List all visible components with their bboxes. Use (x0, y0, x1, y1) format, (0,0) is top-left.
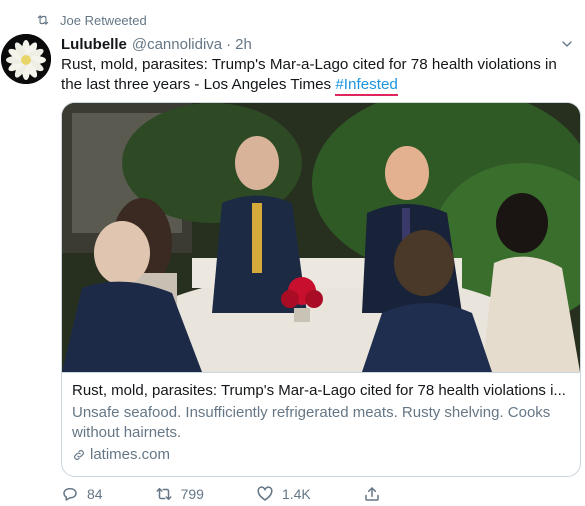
card-description: Unsafe seafood. Insufficiently refrigera… (72, 404, 551, 441)
author-handle[interactable]: @cannolidiva (132, 36, 222, 53)
card-body: Rust, mold, parasites: Trump's Mar-a-Lag… (72, 381, 572, 465)
retweet-banner[interactable]: Joe Retweeted (36, 11, 147, 29)
heart-icon (257, 486, 273, 501)
like-count: 1.4K (281, 486, 311, 502)
tweet-body: Rust, mold, parasites: Trump's Mar-a-Lag… (61, 56, 557, 93)
share-icon (365, 487, 379, 501)
card-domain-row: latimes.com (72, 445, 572, 465)
reply-count: 84 (87, 486, 103, 502)
card-title: Rust, mold, parasites: Trump's Mar-a-Lag… (72, 382, 566, 399)
link-icon (74, 450, 84, 460)
retweet-icon (156, 488, 172, 500)
timestamp[interactable]: 2h (235, 36, 252, 53)
retweet-button[interactable]: 799 (155, 485, 204, 503)
tweet-header: Lulubelle @cannolidiva · 2h (61, 34, 575, 54)
author-name[interactable]: Lulubelle (61, 36, 127, 53)
card-photo (62, 103, 580, 373)
reply-button[interactable]: 84 (61, 485, 103, 503)
hashtag-link[interactable]: #Infested (335, 76, 398, 96)
tweet-text: Rust, mold, parasites: Trump's Mar-a-Lag… (61, 55, 581, 96)
card-domain: latimes.com (90, 446, 171, 463)
reply-icon (63, 488, 77, 501)
chevron-down-icon[interactable] (559, 36, 575, 52)
action-bar: 84 799 1.4K (61, 484, 481, 504)
retweet-count: 799 (180, 486, 204, 502)
share-button[interactable] (363, 485, 389, 503)
retweet-label: Joe Retweeted (60, 12, 147, 28)
flower-avatar-image (1, 34, 51, 84)
separator-dot: · (226, 35, 232, 53)
like-button[interactable]: 1.4K (256, 485, 311, 503)
retweet-icon (37, 15, 49, 25)
avatar[interactable] (1, 34, 51, 84)
link-card[interactable]: Rust, mold, parasites: Trump's Mar-a-Lag… (61, 102, 581, 477)
